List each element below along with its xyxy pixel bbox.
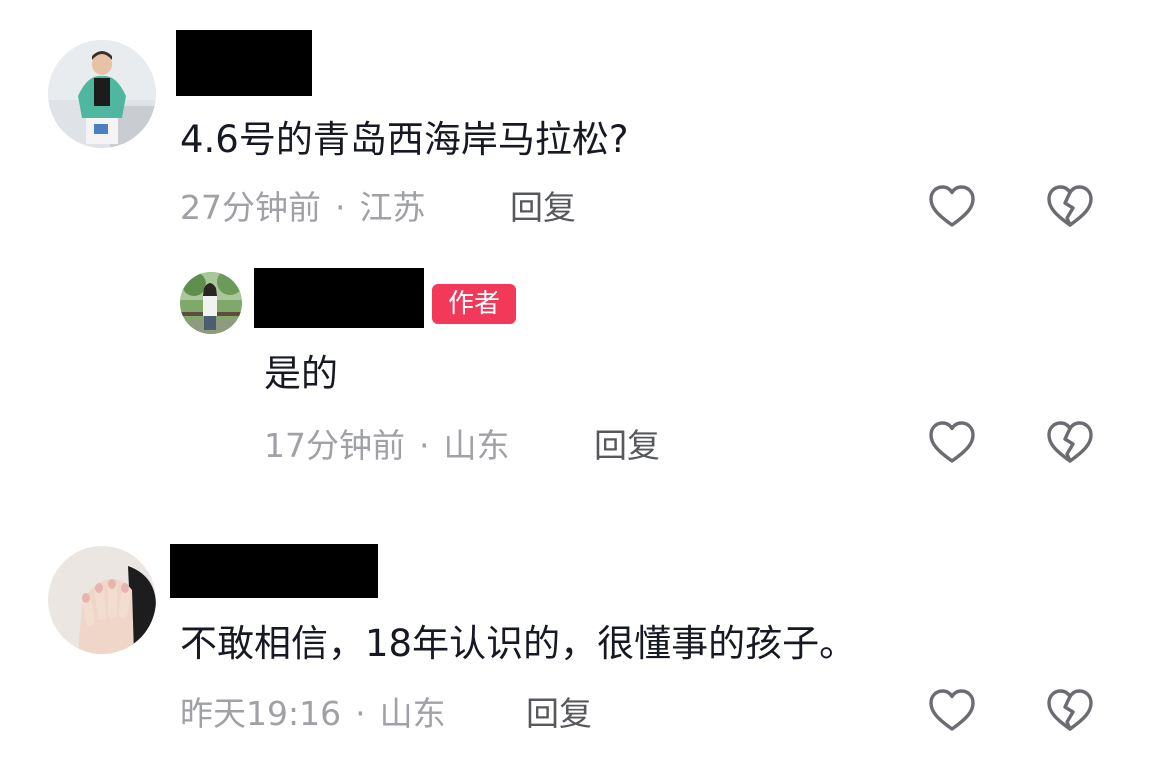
meta-separator: · (355, 694, 366, 733)
comment-time: 昨天19:16 (180, 694, 342, 733)
broken-heart-icon[interactable] (1046, 420, 1094, 466)
comment-list: 4.6号的青岛西海岸马拉松? 27分钟前 · 江苏 回复 作者 是的 17分钟前… (0, 0, 1152, 758)
comment-text: 是的 (264, 352, 338, 395)
heart-outline-icon[interactable] (928, 688, 976, 734)
reply-button[interactable]: 回复 (526, 692, 592, 736)
meta-separator: · (335, 188, 346, 227)
username-redacted[interactable] (254, 268, 424, 328)
comment-time: 17分钟前 (264, 426, 405, 465)
comment-meta: 17分钟前 · 山东 (264, 424, 510, 468)
username-redacted[interactable] (170, 544, 378, 598)
avatar[interactable] (180, 272, 242, 334)
author-badge: 作者 (432, 284, 516, 324)
meta-separator: · (419, 426, 430, 465)
comment-time: 27分钟前 (180, 188, 321, 227)
comment-meta: 27分钟前 · 江苏 (180, 186, 426, 230)
username-redacted[interactable] (176, 30, 312, 96)
comment-location: 江苏 (359, 188, 426, 227)
avatar[interactable] (48, 40, 156, 148)
comment-location: 山东 (379, 694, 446, 733)
heart-outline-icon[interactable] (928, 420, 976, 466)
comment-location: 山东 (443, 426, 510, 465)
comment-meta: 昨天19:16 · 山东 (180, 692, 446, 736)
heart-outline-icon[interactable] (928, 184, 976, 230)
broken-heart-icon[interactable] (1046, 688, 1094, 734)
comment-text: 不敢相信，18年认识的，很懂事的孩子。 (180, 622, 857, 665)
avatar[interactable] (48, 546, 156, 654)
reply-button[interactable]: 回复 (510, 186, 576, 230)
broken-heart-icon[interactable] (1046, 184, 1094, 230)
reply-button[interactable]: 回复 (594, 424, 660, 468)
comment-text: 4.6号的青岛西海岸马拉松? (180, 118, 629, 161)
